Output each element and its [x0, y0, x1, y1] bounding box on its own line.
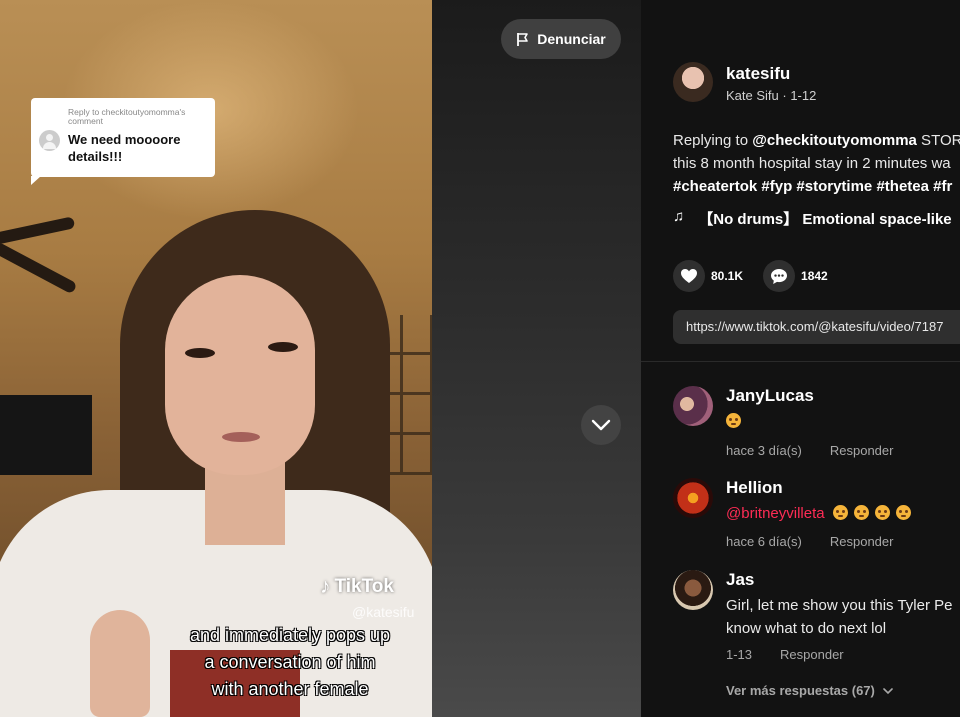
author-subtitle: Kate Sifu · 1-12: [726, 88, 816, 103]
hashtag-link[interactable]: #fyp: [761, 178, 792, 195]
comment-time: 1-13: [726, 647, 753, 662]
music-title: 【No drums】 Emotional space-like: [698, 211, 952, 228]
comment-mention-link[interactable]: @britneyvilleta: [726, 505, 825, 522]
like-button[interactable]: [673, 260, 705, 292]
author-username[interactable]: katesifu: [726, 64, 790, 84]
like-count: 80.1K: [711, 269, 744, 283]
comment-avatar[interactable]: [673, 570, 713, 610]
comment-text: [726, 410, 747, 433]
description-mention-link[interactable]: @checkitoutyomomma: [752, 132, 917, 149]
comment-text: @britneyvilleta: [726, 502, 917, 525]
heart-icon: [681, 269, 697, 283]
comment-time: hace 6 día(s): [726, 534, 802, 549]
reply-bubble-header: Reply to checkitoutyomomma's comment: [68, 107, 186, 126]
comment-text-line: Girl, let me show you this Tyler Pe: [726, 597, 953, 614]
flushed-emoji-icon: [853, 505, 869, 520]
caption-line: with another female: [211, 679, 369, 699]
view-more-replies-button[interactable]: Ver más respuestas (67): [726, 683, 893, 698]
video-scene-mouth: [222, 432, 260, 442]
video-frame[interactable]: Reply to checkitoutyomomma's comment We …: [0, 0, 432, 717]
description-line-2: this 8 month hospital stay in 2 minutes …: [673, 155, 951, 172]
comment-username[interactable]: Jas: [726, 570, 754, 590]
comment-icon: [771, 268, 788, 284]
section-divider: [641, 361, 960, 362]
flushed-emoji-icon: [726, 413, 741, 428]
hashtag-link[interactable]: #cheatertok: [673, 178, 757, 195]
video-scene-eye: [268, 342, 298, 352]
reply-comment-bubble: Reply to checkitoutyomomma's comment We …: [31, 98, 215, 185]
video-scene-eye: [185, 348, 215, 358]
reply-bubble-text: We need moooore details!!!: [68, 132, 181, 164]
caption-line: a conversation of him: [204, 652, 376, 672]
description-prefix: Replying to: [673, 132, 753, 149]
video-stage[interactable]: Reply to checkitoutyomomma's comment We …: [0, 0, 641, 717]
tiktok-logo-text: TikTok: [334, 576, 394, 597]
flushed-emoji-icon: [874, 505, 890, 520]
comment-meta: hace 6 día(s) Responder: [726, 534, 893, 549]
chevron-down-icon: [882, 688, 893, 695]
video-description: Replying to @checkitoutyomomma STOR this…: [673, 129, 960, 198]
flushed-emoji-icon: [895, 505, 911, 520]
report-button-label: Denunciar: [537, 31, 606, 47]
video-scene-face: [165, 275, 315, 475]
music-link[interactable]: ♫ 【No drums】 Emotional space-like: [673, 208, 952, 229]
video-scene-tv: [0, 395, 92, 475]
tiktok-watermark: ♪ TikTok: [320, 575, 394, 599]
tiktok-logo-icon: ♪: [320, 575, 331, 598]
more-replies-label: Ver más respuestas (67): [726, 683, 875, 698]
comment-meta: 1-13 Responder: [726, 647, 844, 662]
hashtag-link[interactable]: #fr: [933, 178, 952, 195]
video-caption: and immediately pops up a conversation o…: [155, 622, 425, 703]
caption-line: and immediately pops up: [189, 625, 391, 645]
report-button[interactable]: Denunciar: [501, 19, 621, 59]
video-scene-fan: [0, 241, 78, 295]
comment-avatar[interactable]: [673, 386, 713, 426]
video-scene-hand: [90, 610, 150, 717]
description-line-1: Replying to @checkitoutyomomma STOR: [673, 129, 960, 152]
next-video-button[interactable]: [581, 405, 621, 445]
hashtag-link[interactable]: #thetea: [876, 178, 929, 195]
reply-button[interactable]: Responder: [830, 534, 894, 549]
comment-text-line: know what to do next lol: [726, 620, 887, 637]
comment-button[interactable]: [763, 260, 796, 292]
flushed-emoji-icon: [832, 505, 848, 520]
comment-username[interactable]: Hellion: [726, 478, 783, 498]
watermark-handle: @katesifu: [352, 604, 415, 620]
video-blur-background: [432, 0, 641, 717]
reply-button[interactable]: Responder: [780, 647, 844, 662]
flag-icon: [517, 32, 529, 46]
hashtag-row: #cheatertok #fyp #storytime #thetea #fr: [673, 175, 960, 198]
author-separator: ·: [778, 88, 791, 103]
comment-time: hace 3 día(s): [726, 443, 802, 458]
author-display-name: Kate Sifu: [726, 88, 779, 103]
default-avatar-icon: [39, 130, 60, 151]
share-url-field[interactable]: https://www.tiktok.com/@katesifu/video/7…: [673, 310, 960, 344]
video-details-panel: katesifu Kate Sifu · 1-12 Replying to @c…: [641, 0, 960, 717]
video-scene-fan: [0, 216, 76, 246]
reply-button[interactable]: Responder: [830, 443, 894, 458]
hashtag-link[interactable]: #storytime: [796, 178, 872, 195]
author-avatar[interactable]: [673, 62, 713, 102]
post-date: 1-12: [790, 88, 817, 103]
music-note-icon: ♫: [673, 208, 685, 225]
engagement-stats: 80.1K 1842: [673, 260, 848, 292]
description-text: STOR: [916, 132, 960, 149]
comment-count: 1842: [801, 269, 828, 283]
comment-avatar[interactable]: [673, 478, 713, 518]
comment-meta: hace 3 día(s) Responder: [726, 443, 893, 458]
comment-text: Girl, let me show you this Tyler Pe know…: [726, 594, 952, 640]
chevron-down-icon: [591, 419, 611, 431]
comment-username[interactable]: JanyLucas: [726, 386, 814, 406]
